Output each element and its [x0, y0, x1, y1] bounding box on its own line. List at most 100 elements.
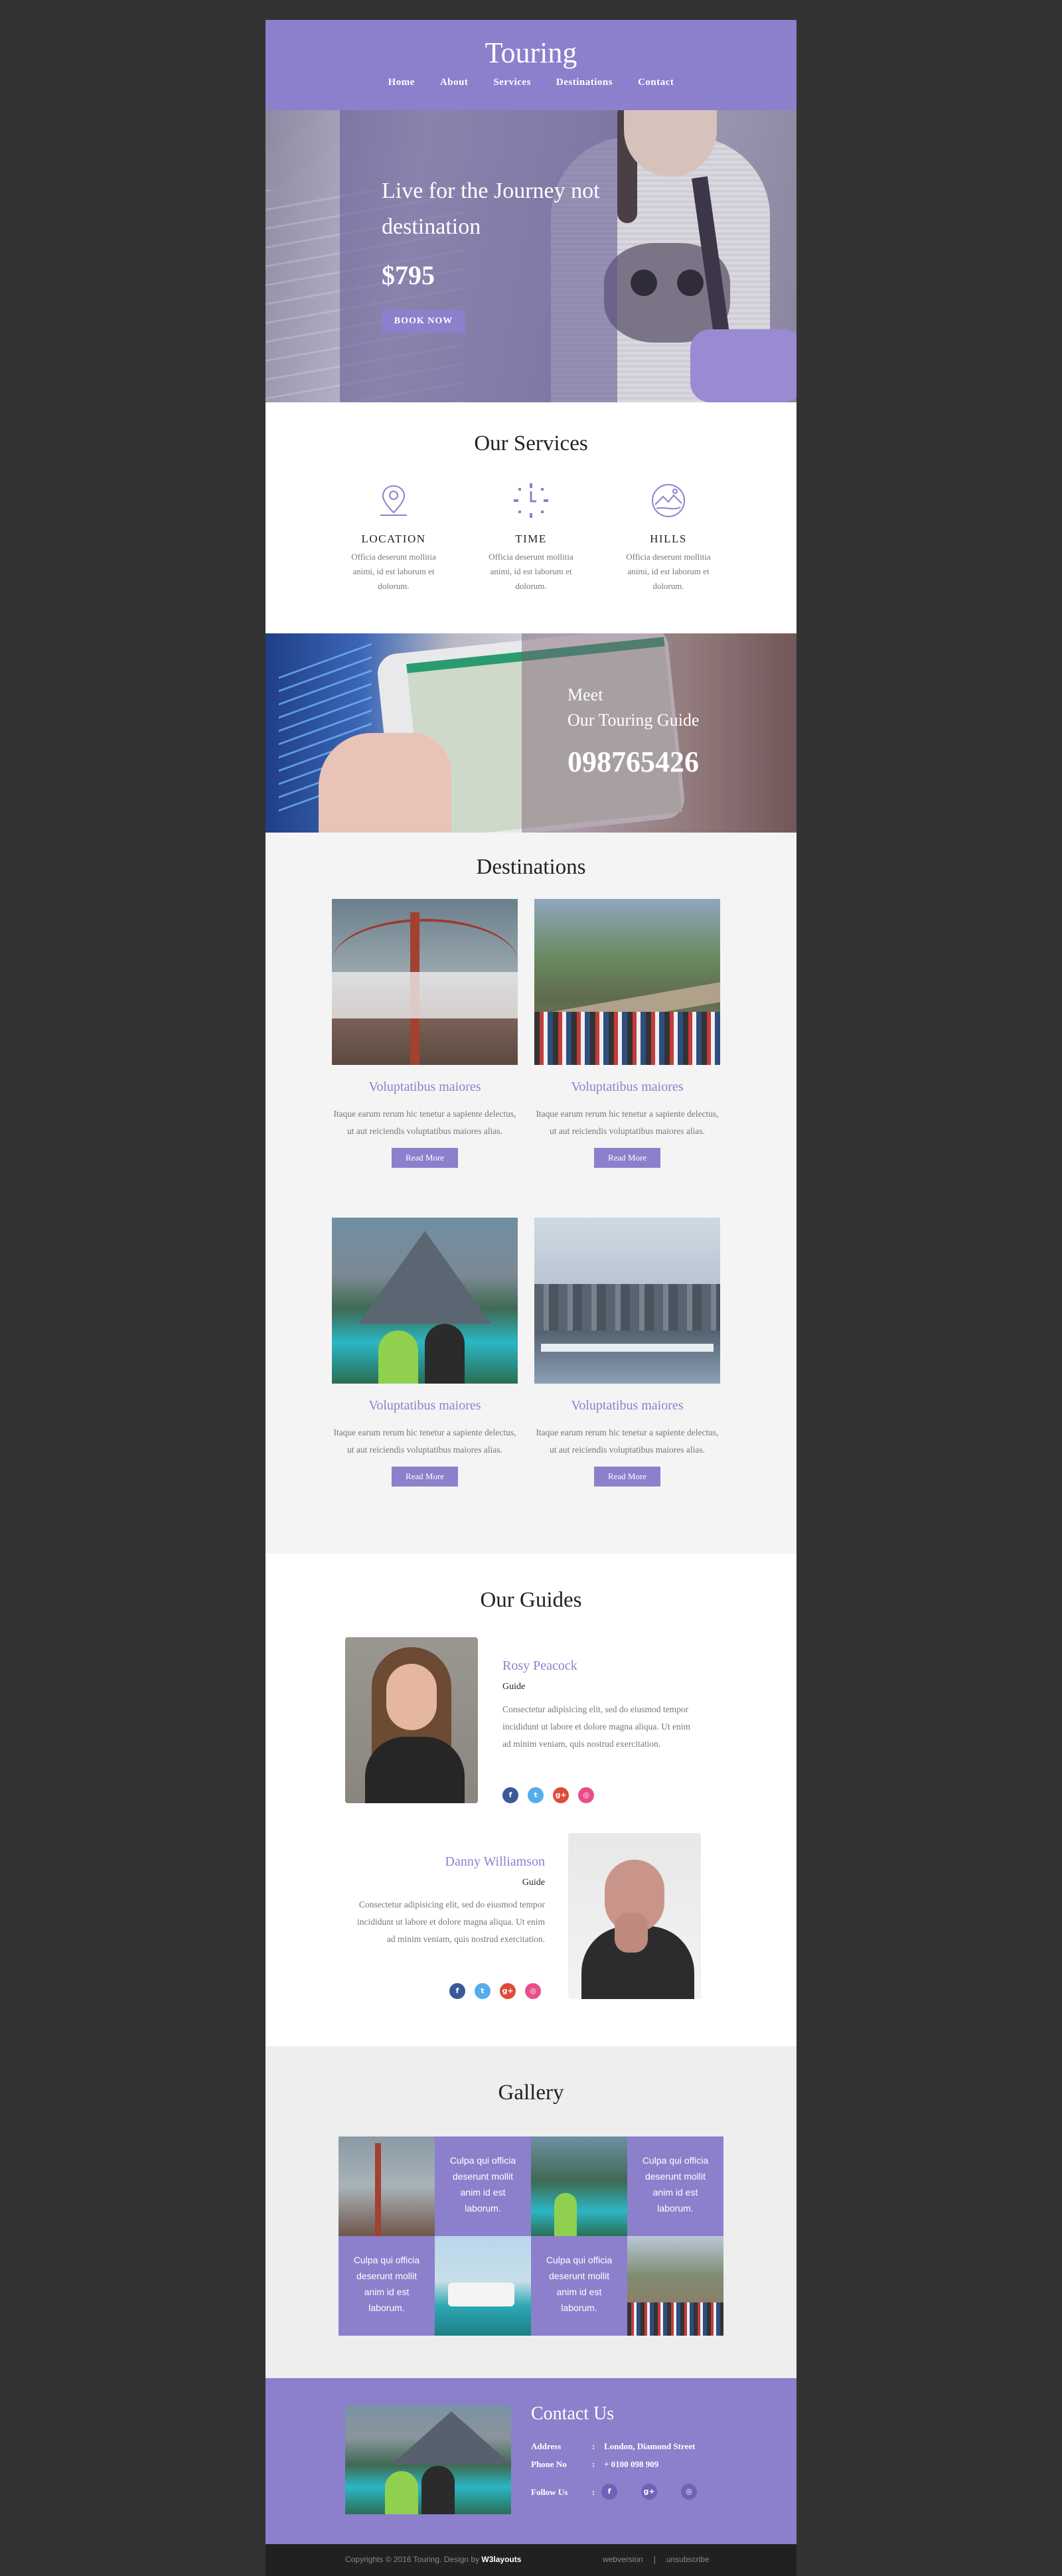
hills-icon [652, 484, 685, 517]
footer-links: webversion | unsubscribe [597, 2555, 715, 2564]
destination-text: Itaque earum rerum hic tenetur a sapient… [333, 1427, 516, 1455]
contact-image [345, 2405, 511, 2514]
google-plus-icon[interactable]: g+ [641, 2484, 657, 2500]
gallery-image[interactable] [339, 2136, 435, 2236]
nav-destinations[interactable]: Destinations [544, 77, 625, 88]
gallery-caption-text: Culpa qui officia deserunt mollit anim i… [449, 2155, 516, 2214]
guide-role: Guide [502, 1682, 526, 1692]
destination-card: Voluptatibus maiores Itaque earum rerum … [534, 899, 720, 1168]
phone-label: Phone No [531, 2459, 567, 2469]
destination-image-bridge[interactable] [332, 899, 518, 1065]
read-more-button[interactable]: Read More [594, 1148, 660, 1168]
guide-overlay [522, 633, 796, 833]
gallery-image[interactable] [531, 2136, 627, 2236]
gallery-caption: Culpa qui officia deserunt mollit anim i… [531, 2236, 627, 2336]
gallery-image[interactable] [435, 2236, 531, 2336]
destination-card: Voluptatibus maiores Itaque earum rerum … [332, 899, 518, 1168]
google-plus-icon[interactable]: g+ [500, 1983, 516, 1999]
footer-bar: Copyrights © 2016 Touring. Design by W3l… [266, 2544, 796, 2576]
destination-card: Voluptatibus maiores Itaque earum rerum … [332, 1218, 518, 1487]
instagram-icon[interactable]: ◎ [578, 1787, 594, 1803]
guide-title-line1: Meet [568, 685, 603, 704]
read-more-button[interactable]: Read More [392, 1467, 458, 1487]
destinations-section: Destinations Voluptatibus maiores Itaque… [266, 833, 796, 1554]
nav-contact[interactable]: Contact [625, 77, 686, 88]
guide-role: Guide [522, 1878, 545, 1888]
facebook-icon[interactable]: f [601, 2484, 617, 2500]
clock-icon [514, 483, 548, 518]
guide-name[interactable]: Rosy Peacock [502, 1658, 577, 1674]
hero-price: $795 [382, 260, 435, 290]
service-title: LOCATION [361, 532, 426, 545]
map-pin-icon [380, 485, 407, 516]
facebook-icon[interactable]: f [449, 1983, 465, 1999]
header: Touring Home About Services Destinations… [266, 20, 796, 110]
read-more-button[interactable]: Read More [392, 1148, 458, 1168]
gallery-caption-text: Culpa qui officia deserunt mollit anim i… [353, 2255, 420, 2313]
guide-photo-danny [568, 1833, 701, 1999]
hero-title: Live for the Journey not destination [382, 179, 600, 239]
services-grid: LOCATION Officia deserunt mollitia animi… [344, 481, 718, 594]
book-now-button[interactable]: BOOK NOW [382, 310, 465, 333]
webversion-link[interactable]: webversion [597, 2555, 648, 2564]
contact-phone-row: Phone No: + 0100 098 909 [531, 2459, 658, 2470]
twitter-icon[interactable]: t [475, 1983, 491, 1999]
guide-bio: Consectetur adipisicing elit, sed do eiu… [502, 1704, 691, 1749]
contact-follow-row: Follow Us: [531, 2487, 604, 2498]
service-time: TIME Officia deserunt mollitia animi, id… [482, 481, 580, 594]
gallery-caption: Culpa qui officia deserunt mollit anim i… [435, 2136, 531, 2236]
gallery-section: Gallery Culpa qui officia deserunt molli… [266, 2046, 796, 2378]
newsletter: Touring Home About Services Destinations… [266, 20, 796, 2576]
destinations-title: Destinations [476, 855, 586, 879]
gallery-caption-text: Culpa qui officia deserunt mollit anim i… [642, 2155, 709, 2214]
destination-image-city[interactable] [534, 1218, 720, 1384]
contact-address-row: Address: London, Diamond Street [531, 2441, 695, 2452]
instagram-icon[interactable]: ◎ [681, 2484, 697, 2500]
service-text: Officia deserunt mollitia animi, id est … [626, 552, 711, 591]
guide-title: Meet Our Touring Guide [568, 683, 767, 733]
main-nav: Home About Services Destinations Contact [266, 77, 796, 88]
gallery-title: Gallery [498, 2081, 564, 2105]
guide-title-line2: Our Touring Guide [568, 710, 700, 730]
footer-divider: | [653, 2555, 656, 2564]
destination-image-lake[interactable] [332, 1218, 518, 1384]
destination-image-wall[interactable] [534, 899, 720, 1065]
destination-title[interactable]: Voluptatibus maiores [332, 1080, 518, 1095]
destination-text: Itaque earum rerum hic tenetur a sapient… [536, 1427, 719, 1455]
contact-title: Contact Us [531, 2403, 615, 2424]
guide-socials: f t g+ ◎ [449, 1983, 541, 1999]
service-location: LOCATION Officia deserunt mollitia animi… [344, 481, 443, 594]
read-more-button[interactable]: Read More [594, 1467, 660, 1487]
copyright-text: Copyrights © 2016 Touring. Design by [345, 2555, 480, 2564]
unsubscribe-link[interactable]: unsubscribe [661, 2555, 715, 2564]
nav-home[interactable]: Home [376, 77, 427, 88]
facebook-icon[interactable]: f [502, 1787, 518, 1803]
twitter-icon[interactable]: t [528, 1787, 544, 1803]
service-hills: HILLS Officia deserunt mollitia animi, i… [619, 481, 718, 594]
instagram-icon[interactable]: ◎ [525, 1983, 541, 1999]
guides-title: Our Guides [480, 1588, 582, 1612]
gallery-caption: Culpa qui officia deserunt mollit anim i… [627, 2136, 723, 2236]
guide-photo-rosy [345, 1637, 478, 1803]
destination-title[interactable]: Voluptatibus maiores [534, 1398, 720, 1413]
gallery-caption-text: Culpa qui officia deserunt mollit anim i… [546, 2255, 613, 2313]
gallery-image[interactable] [627, 2236, 723, 2336]
services-section: Our Services LOCATION Officia deserunt m… [266, 402, 796, 633]
destination-title[interactable]: Voluptatibus maiores [534, 1080, 720, 1095]
destination-text: Itaque earum rerum hic tenetur a sapient… [536, 1109, 719, 1136]
nav-services[interactable]: Services [481, 77, 543, 88]
hero-overlay [340, 110, 617, 402]
guide-phone[interactable]: 098765426 [568, 745, 699, 779]
destination-title[interactable]: Voluptatibus maiores [332, 1398, 518, 1413]
phone-value[interactable]: + 0100 098 909 [604, 2459, 658, 2469]
designer-link[interactable]: W3layouts [481, 2555, 521, 2564]
address-label: Address [531, 2441, 562, 2451]
service-text: Officia deserunt mollitia animi, id est … [351, 552, 436, 591]
site-logo[interactable]: Touring [266, 20, 796, 72]
service-text: Officia deserunt mollitia animi, id est … [489, 552, 573, 591]
guide-name[interactable]: Danny Williamson [445, 1854, 545, 1870]
copyright: Copyrights © 2016 Touring. Design by W3l… [345, 2555, 521, 2564]
guide-socials: f t g+ ◎ [502, 1787, 594, 1803]
nav-about[interactable]: About [427, 77, 481, 88]
google-plus-icon[interactable]: g+ [553, 1787, 569, 1803]
